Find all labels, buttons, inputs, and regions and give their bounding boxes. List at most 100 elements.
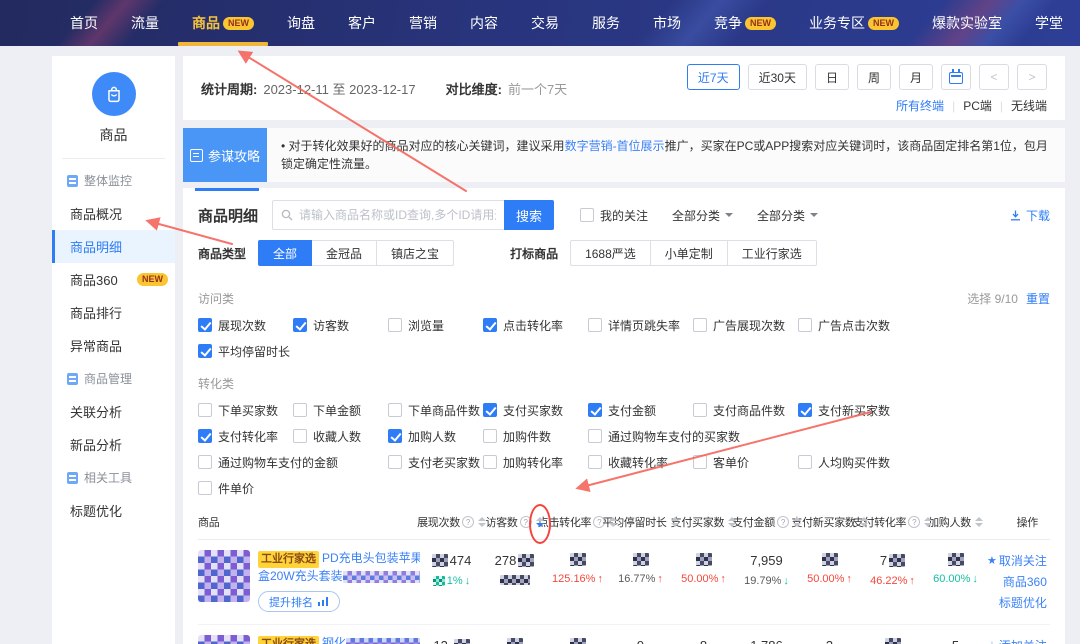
- nav-item[interactable]: 流量: [131, 13, 159, 33]
- sidebar-item[interactable]: 整体监控: [52, 164, 175, 197]
- action-link[interactable]: ★取消关注: [987, 552, 1047, 569]
- metric-checkbox-item[interactable]: 客单价: [693, 454, 798, 470]
- sort-icon[interactable]: [478, 517, 486, 527]
- sidebar-item[interactable]: 商品管理: [52, 362, 175, 395]
- help-icon[interactable]: ?: [462, 516, 474, 528]
- sidebar-item[interactable]: 商品360NEW: [52, 263, 175, 296]
- sort-icon[interactable]: [728, 517, 736, 527]
- filter-chip[interactable]: 全部: [258, 240, 312, 266]
- nav-item[interactable]: 学堂: [1035, 13, 1063, 33]
- sidebar-item[interactable]: 关联分析: [52, 395, 175, 428]
- date-range-button[interactable]: 日: [815, 64, 849, 90]
- category-select[interactable]: 全部分类: [757, 207, 818, 224]
- sort-icon[interactable]: [671, 517, 679, 527]
- metric-checkbox-item[interactable]: 浏览量: [388, 317, 483, 333]
- metric-checkbox-item[interactable]: 平均停留时长: [198, 343, 293, 359]
- sort-icon[interactable]: [975, 517, 983, 527]
- nav-item[interactable]: 商品NEW: [192, 13, 254, 33]
- calendar-button[interactable]: [941, 64, 971, 90]
- nav-item[interactable]: 内容: [470, 13, 498, 33]
- filter-chip[interactable]: 镇店之宝: [376, 240, 454, 266]
- metric-checkbox-item[interactable]: 通过购物车支付的买家数: [588, 428, 798, 444]
- product-title-link[interactable]: 盒20W充头套装: [258, 569, 343, 583]
- metric-checkbox-item[interactable]: 下单金额: [293, 402, 388, 418]
- nav-item[interactable]: 业务专区NEW: [809, 13, 899, 33]
- filter-chip[interactable]: 小单定制: [650, 240, 728, 266]
- terminal-filter[interactable]: 无线端: [1011, 97, 1047, 114]
- date-range-button[interactable]: 周: [857, 64, 891, 90]
- nav-item[interactable]: 客户: [348, 13, 376, 33]
- sort-icon[interactable]: [536, 517, 544, 527]
- terminal-filter[interactable]: 所有终端: [896, 97, 944, 114]
- date-range-button[interactable]: 近7天: [687, 64, 740, 90]
- metric-checkbox-item[interactable]: 支付新买家数: [798, 402, 1050, 418]
- metric-checkbox-item[interactable]: 支付金额: [588, 402, 693, 418]
- sidebar-item[interactable]: 商品概况: [52, 197, 175, 230]
- my-follow-checkbox[interactable]: 我的关注: [580, 207, 648, 224]
- metric-checkbox-item[interactable]: 展现次数: [198, 317, 293, 333]
- metric-checkbox-item[interactable]: 下单买家数: [198, 402, 293, 418]
- action-link[interactable]: 标题优化: [999, 594, 1047, 611]
- filter-chip[interactable]: 1688严选: [570, 240, 651, 266]
- metric-checkbox-item[interactable]: 支付老买家数: [388, 454, 483, 470]
- strategy-tag-button[interactable]: 参谋攻略: [183, 128, 267, 182]
- help-icon[interactable]: ?: [520, 516, 532, 528]
- nav-item[interactable]: 首页: [70, 13, 98, 33]
- nav-item[interactable]: 交易: [531, 13, 559, 33]
- action-link[interactable]: 商品360: [1003, 573, 1047, 590]
- metric-checkbox-item[interactable]: 广告点击次数: [798, 317, 1050, 333]
- boost-rank-button[interactable]: 提升排名: [258, 591, 340, 612]
- metric-checkbox-item[interactable]: 加购件数: [483, 428, 588, 444]
- filter-chip[interactable]: 工业行家选: [727, 240, 817, 266]
- help-icon[interactable]: ?: [908, 516, 920, 528]
- column-header: 支付转化率?: [861, 514, 924, 530]
- date-range-button[interactable]: 月: [899, 64, 933, 90]
- metric-checkbox-item[interactable]: 支付商品件数: [693, 402, 798, 418]
- sidebar-item[interactable]: 新品分析: [52, 428, 175, 461]
- date-range-button[interactable]: 近30天: [748, 64, 807, 90]
- action-link[interactable]: ☆添加关注: [987, 637, 1047, 644]
- sort-icon[interactable]: [609, 517, 617, 527]
- metric-checkbox-item[interactable]: 支付买家数: [483, 402, 588, 418]
- metric-checkbox-item[interactable]: 件单价: [198, 480, 293, 496]
- metric-checkbox-item[interactable]: 加购转化率: [483, 454, 588, 470]
- nav-item[interactable]: 询盘: [287, 13, 315, 33]
- sidebar-item[interactable]: 相关工具: [52, 461, 175, 494]
- filter-chip[interactable]: 金冠品: [311, 240, 377, 266]
- metric-checkbox-item[interactable]: 人均购买件数: [798, 454, 1050, 470]
- prev-period-button[interactable]: <: [979, 64, 1009, 90]
- next-period-button[interactable]: >: [1017, 64, 1047, 90]
- sidebar-item[interactable]: 异常商品: [52, 329, 175, 362]
- sidebar-item[interactable]: 标题优化: [52, 494, 175, 527]
- tip-link[interactable]: 数字营销-首位展示: [565, 139, 665, 153]
- metric-checkbox-item[interactable]: 点击转化率: [483, 317, 588, 333]
- nav-item[interactable]: 服务: [592, 13, 620, 33]
- metric-checkbox-item[interactable]: 通过购物车支付的金额: [198, 454, 388, 470]
- nav-item[interactable]: 爆款实验室: [932, 13, 1002, 33]
- nav-item[interactable]: 营销: [409, 13, 437, 33]
- help-icon[interactable]: ?: [777, 516, 789, 528]
- product-title-link[interactable]: 钢化: [322, 636, 346, 644]
- metric-checkbox-item[interactable]: 收藏人数: [293, 428, 388, 444]
- sort-icon[interactable]: [793, 517, 801, 527]
- metric-checkbox-item[interactable]: 支付转化率: [198, 428, 293, 444]
- product-title-link[interactable]: PD充电头包装苹果PD线包装: [322, 551, 420, 565]
- metric-checkbox-item[interactable]: 访客数: [293, 317, 388, 333]
- metric-checkbox-item[interactable]: 加购人数: [388, 428, 483, 444]
- metric-checkbox-item[interactable]: 收藏转化率: [588, 454, 693, 470]
- metric-checkbox-item[interactable]: 下单商品件数: [388, 402, 483, 418]
- category-select[interactable]: 全部分类: [672, 207, 733, 224]
- search-button[interactable]: 搜索: [504, 200, 554, 230]
- sidebar-item[interactable]: 商品明细: [52, 230, 175, 263]
- reset-link[interactable]: 重置: [1026, 290, 1050, 307]
- download-link[interactable]: 下载: [1010, 207, 1050, 224]
- product-search-input[interactable]: [299, 208, 496, 222]
- sort-icon[interactable]: [924, 517, 932, 527]
- terminal-filter[interactable]: PC端: [963, 97, 992, 114]
- sidebar-item[interactable]: 商品排行: [52, 296, 175, 329]
- sort-icon[interactable]: [860, 517, 868, 527]
- nav-item[interactable]: 竞争NEW: [714, 13, 776, 33]
- metric-checkbox-item[interactable]: 广告展现次数: [693, 317, 798, 333]
- nav-item[interactable]: 市场: [653, 13, 681, 33]
- metric-checkbox-item[interactable]: 详情页跳失率: [588, 317, 693, 333]
